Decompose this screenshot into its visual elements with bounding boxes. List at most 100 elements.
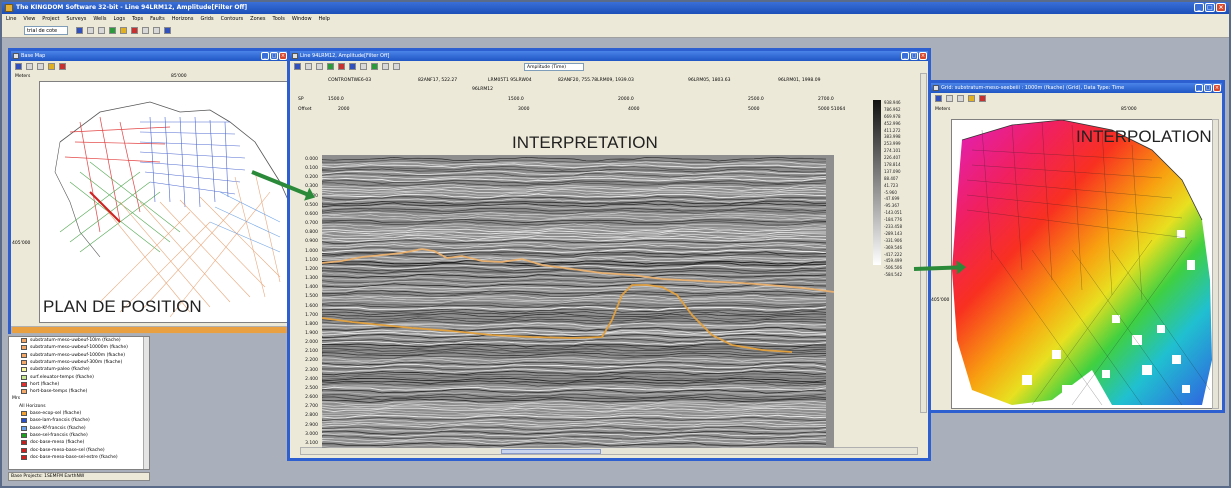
zoom-out-icon[interactable] [98,27,105,34]
legend-horizon-item[interactable]: base-sel-francsis (fkache) [9,432,149,439]
legend-horizon-item[interactable]: doc-base-meso-base-sel (fkache) [9,446,149,453]
close-icon[interactable]: × [1213,84,1221,92]
save-icon[interactable] [59,63,66,70]
pointer-icon[interactable] [935,95,942,102]
close-icon[interactable]: × [279,52,287,60]
zoom-in-icon[interactable] [87,27,94,34]
tool-icon[interactable] [382,63,389,70]
pan-icon[interactable] [48,63,55,70]
tool-icon[interactable] [371,63,378,70]
pick-fault-icon[interactable] [338,63,345,70]
time-tick: 2.500 [305,385,318,391]
zoom-out-icon[interactable] [316,63,323,70]
legend-scrollbar[interactable] [143,337,149,469]
base-map-toolbar [11,61,288,72]
seismic-vscroll[interactable] [920,73,927,413]
time-tick: 0.200 [305,175,318,181]
menu-logs[interactable]: Logs [114,14,126,24]
save-icon[interactable] [131,27,138,34]
pan-icon[interactable] [109,27,116,34]
tool-icon[interactable] [142,27,149,34]
menu-contours[interactable]: Contours [221,14,244,24]
legend-horizon-item[interactable]: base-Kf-francsis (fkache) [9,425,149,432]
base-map-hscroll[interactable] [11,326,288,334]
attribute-select[interactable]: Amplitude (Time) [524,63,584,71]
offset-row-value: 5000 51064 [818,107,846,112]
menu-view[interactable]: View [23,14,35,24]
legend-horizon-item[interactable]: doc-base-meso-base-sel-estre (fkache) [9,454,149,461]
maximize-icon[interactable]: □ [1204,84,1212,92]
legend-item[interactable]: substratum-meso-uwbeuf-10lm (fkache) [9,337,149,344]
sp-row-value: 1500.0 [328,97,344,102]
tool-icon[interactable] [349,63,356,70]
legend-item[interactable]: hort (fkache) [9,381,149,388]
legend-item[interactable]: surf.eleuator-temps (fkache) [9,373,149,380]
menu-horizons[interactable]: Horizons [172,14,194,24]
scroll-thumb[interactable] [501,449,601,454]
legend-horizon-item[interactable]: base-ecop-sel (fkache) [9,410,149,417]
legend-item[interactable]: substratum-paleo (fkache) [9,366,149,373]
pointer-icon[interactable] [76,27,83,34]
pick-horizon-icon[interactable] [327,63,334,70]
minimize-icon[interactable]: _ [261,52,269,60]
pan-icon[interactable] [968,95,975,102]
window-icon [13,53,19,59]
menu-wells[interactable]: Wells [93,14,106,24]
zoom-out-icon[interactable] [957,95,964,102]
zoom-in-icon[interactable] [305,63,312,70]
minimize-icon[interactable]: _ [901,52,909,60]
colorbar-values: 938.946 786.962 669.978 452.996 411.272 383.9… [884,100,914,279]
menu-window[interactable]: Window [292,14,312,24]
legend-item[interactable]: substratum-meso-uwbeuf-10000m (fkache) [9,344,149,351]
legend-label: hort-base-temps (fkache) [30,389,88,395]
maximize-icon[interactable]: □ [270,52,278,60]
tool-icon[interactable] [164,27,171,34]
interpretation-caption: INTERPRETATION [512,133,658,152]
well-label: 82ANF17, 522.27 [418,78,458,83]
zoom-out-icon[interactable] [37,63,44,70]
colorbar-value: -459.499 [884,258,902,264]
time-tick: 1.500 [305,294,318,300]
menu-tops[interactable]: Tops [132,14,143,24]
legend-label: substratum-meso-uwbeuf-10000m (fkache) [30,345,128,351]
colorbar-value: -289.143 [884,230,902,236]
grid-vscroll[interactable] [1212,119,1219,409]
menu-help[interactable]: Help [319,14,330,24]
seismic-hscroll[interactable] [300,447,918,455]
grid-canvas[interactable] [951,119,1219,409]
menu-tools[interactable]: Tools [273,14,285,24]
legend-item[interactable]: substratum-meso-uwbeuf-1000m (fkache) [9,352,149,359]
zoom-in-icon[interactable] [26,63,33,70]
legend-item[interactable]: hort-base-temps (fkache) [9,388,149,395]
tool-icon[interactable] [153,27,160,34]
menu-zones[interactable]: Zones [250,14,265,24]
minimize-icon[interactable]: _ [1194,3,1204,12]
tool-icon[interactable] [360,63,367,70]
menu-faults[interactable]: Faults [150,14,165,24]
base-map-canvas[interactable] [39,81,288,323]
save-icon[interactable] [979,95,986,102]
close-icon[interactable]: × [919,52,927,60]
menu-surveys[interactable]: Surveys [66,14,86,24]
legend-label: substratum-paleo (fkache) [30,367,90,373]
maximize-icon[interactable]: □ [910,52,918,60]
minimize-icon[interactable]: _ [1195,84,1203,92]
legend-swatch [21,411,27,417]
menu-grids[interactable]: Grids [200,14,213,24]
pointer-icon[interactable] [294,63,301,70]
print-icon[interactable] [120,27,127,34]
legend-item[interactable]: substratum-meso-uwbeuf-300m (fkache) [9,359,149,366]
seismic-section[interactable] [322,155,834,448]
colorbar-value: -506.506 [884,265,902,271]
tool-icon[interactable] [393,63,400,70]
menu-project[interactable]: Project [42,14,59,24]
maximize-icon[interactable]: □ [1205,3,1215,12]
pointer-icon[interactable] [15,63,22,70]
legend-horizon-item[interactable]: doc-base-meso (fkache) [9,439,149,446]
horizon-select[interactable]: trial de cote [24,26,68,35]
legend-horizon-item[interactable]: base-lam-francsis (fkache) [9,417,149,424]
zoom-in-icon[interactable] [946,95,953,102]
close-icon[interactable]: × [1216,3,1226,12]
interpolation-caption: INTERPOLATION [1076,127,1212,146]
menu-line[interactable]: Line [6,14,16,24]
